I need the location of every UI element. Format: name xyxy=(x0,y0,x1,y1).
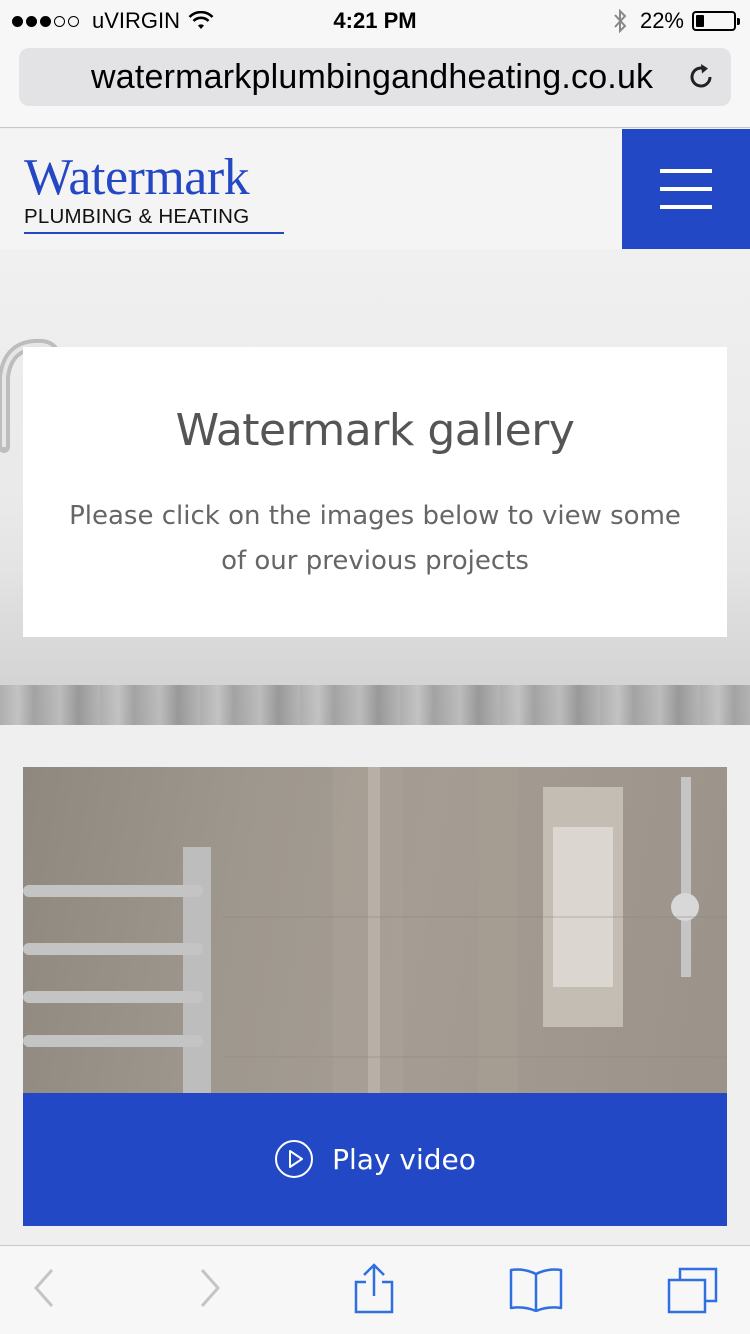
status-bar: uVIRGIN 4:21 PM 22% xyxy=(0,0,750,40)
browser-address-area: watermarkplumbingandheating.co.uk xyxy=(0,40,750,128)
video-thumbnail[interactable] xyxy=(23,767,727,1093)
battery-fill xyxy=(696,15,704,27)
video-item[interactable]: Play video xyxy=(23,767,727,1226)
bathroom-thumbnail-image xyxy=(23,767,727,1093)
hero-banner: Watermark gallery Please click on the im… xyxy=(0,249,750,725)
hamburger-menu-icon xyxy=(660,169,712,173)
tabs-icon[interactable] xyxy=(666,1266,720,1316)
hero-background-floor xyxy=(0,685,750,725)
battery-icon xyxy=(692,11,740,31)
back-arrow-icon[interactable] xyxy=(30,1266,56,1310)
browser-toolbar xyxy=(0,1245,750,1334)
page-title: Watermark gallery xyxy=(175,405,575,456)
logo-wordmark: Watermark xyxy=(24,149,250,206)
address-bar[interactable]: watermarkplumbingandheating.co.uk xyxy=(19,48,731,106)
bluetooth-icon xyxy=(614,8,627,34)
status-right: 22% xyxy=(612,8,740,34)
url-text: watermarkplumbingandheating.co.uk xyxy=(91,58,654,96)
site-logo[interactable]: Watermark PLUMBING & HEATING xyxy=(24,149,286,234)
menu-button[interactable] xyxy=(622,129,750,249)
play-circle-icon xyxy=(275,1140,314,1178)
gallery-description: Please click on the images below to view… xyxy=(69,501,681,576)
reload-icon[interactable] xyxy=(685,61,717,93)
gallery-intro-card: Watermark gallery Please click on the im… xyxy=(23,347,727,637)
play-video-label: Play video xyxy=(332,1142,476,1176)
battery-percent: 22% xyxy=(639,8,684,33)
forward-arrow-icon[interactable] xyxy=(198,1266,224,1310)
bookmarks-icon[interactable] xyxy=(508,1266,564,1312)
logo-subtitle: PLUMBING & HEATING xyxy=(24,205,284,234)
share-icon[interactable] xyxy=(352,1262,396,1316)
play-video-button[interactable]: Play video xyxy=(23,1093,727,1226)
site-header: Watermark PLUMBING & HEATING xyxy=(0,129,750,249)
